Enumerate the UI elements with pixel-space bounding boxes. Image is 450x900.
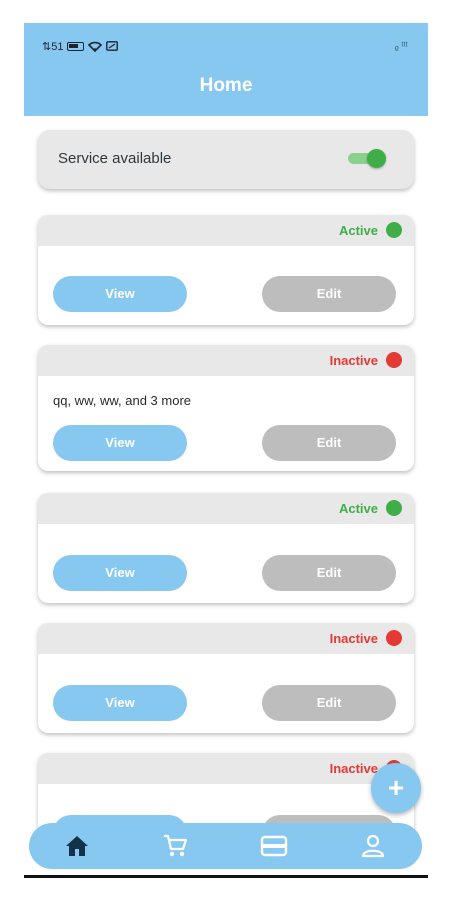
card-summary: qq, ww, ww, and 3 more	[53, 393, 192, 408]
nav-item-home[interactable]	[63, 832, 91, 860]
status-badge: Inactive	[329, 631, 378, 646]
status-dot-icon	[386, 500, 402, 516]
status-badge: Inactive	[329, 761, 378, 776]
status-dot-icon	[386, 352, 402, 368]
view-button[interactable]: View	[53, 276, 187, 312]
status-badge: Active	[338, 223, 378, 238]
edit-button[interactable]: Edit	[262, 555, 396, 591]
list-card: Active View Edit	[38, 493, 414, 603]
plus-icon: +	[387, 772, 405, 803]
view-button[interactable]: View	[53, 425, 187, 461]
edit-button[interactable]: Edit	[262, 685, 396, 721]
signal-indicator: ⇅51	[42, 40, 64, 53]
nav-item-cart[interactable]	[161, 832, 189, 860]
list-card: Inactive View Edit	[38, 623, 414, 733]
status-badge: Active	[338, 501, 378, 516]
app-bar: ⇅51 ᵨ ᵗᵗᵗ Home	[24, 23, 428, 116]
status-badge: Inactive	[329, 353, 378, 368]
person-icon	[361, 834, 385, 858]
add-button[interactable]: +	[371, 763, 421, 813]
nav-item-wallet[interactable]	[260, 832, 288, 860]
service-availability-card: Service available	[38, 130, 414, 189]
home-icon	[66, 836, 88, 856]
view-button[interactable]: View	[53, 555, 187, 591]
system-bar	[24, 875, 428, 878]
bottom-navigation	[29, 823, 422, 869]
cart-icon	[164, 834, 188, 857]
wifi-icon	[88, 41, 103, 52]
status-dot-icon	[386, 222, 402, 238]
wallet-icon	[260, 835, 288, 857]
list-card: Active View Edit	[38, 215, 414, 325]
view-button[interactable]: View	[53, 685, 187, 721]
status-dot-icon	[386, 630, 402, 646]
status-bar-right: ᵨ ᵗᵗᵗ	[394, 41, 408, 52]
service-label: Service available	[58, 150, 172, 167]
list-card: Inactive qq, ww, ww, and 3 more View Edi…	[38, 345, 414, 471]
sim-icon	[106, 41, 119, 51]
status-bar: ⇅51	[42, 39, 119, 53]
service-toggle[interactable]	[348, 149, 386, 168]
toggle-thumb	[367, 149, 386, 168]
app-screen: ⇅51 ᵨ ᵗᵗᵗ Home Service available Active …	[24, 23, 428, 876]
edit-button[interactable]: Edit	[262, 425, 396, 461]
page-title: Home	[199, 75, 253, 96]
battery-icon	[67, 41, 85, 51]
nav-item-profile[interactable]	[359, 832, 387, 860]
edit-button[interactable]: Edit	[262, 276, 396, 312]
